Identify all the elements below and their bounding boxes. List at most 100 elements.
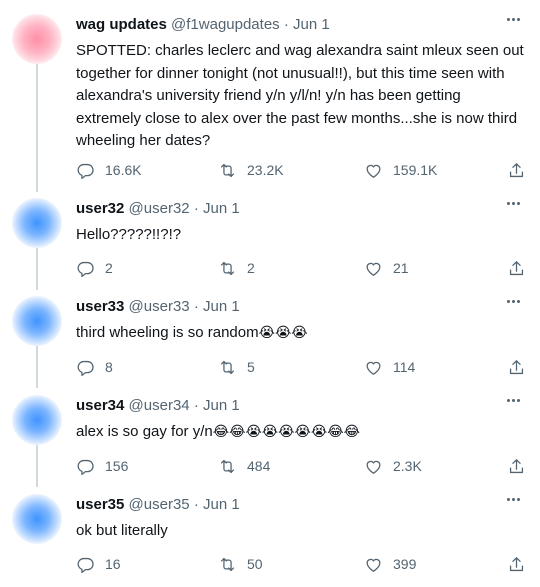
separator-dot: · [193, 397, 199, 414]
tweet-text-content: alex is so gay for y/n [76, 423, 213, 440]
tweet-text-content: third wheeling is so random [76, 324, 259, 341]
tweet-text: alex is so gay for y/n😂😂😭😭😭😭😭😂😂 [76, 421, 524, 444]
share-button[interactable] [507, 355, 526, 379]
reply-button[interactable]: 16 [76, 552, 121, 576]
tweet-date[interactable]: Jun 1 [203, 496, 240, 513]
heart-icon [364, 555, 383, 574]
like-button[interactable]: 2.3K [364, 454, 422, 478]
tweet-date[interactable]: Jun 1 [293, 16, 330, 33]
tweet-actions: 16 50 399 [76, 552, 526, 576]
tweet-text: third wheeling is so random😭😭😭 [76, 322, 524, 345]
thread-line [36, 62, 38, 192]
tweet-header: user35 @user35 · Jun 1 [76, 494, 526, 516]
like-count: 21 [393, 260, 409, 276]
tweet-actions: 2 2 21 [76, 256, 526, 280]
avatar[interactable] [12, 198, 62, 248]
like-button[interactable]: 21 [364, 256, 409, 280]
tweet-text-content: Hello?????!!?!? [76, 226, 182, 243]
tweet-date[interactable]: Jun 1 [203, 200, 240, 217]
more-icon[interactable] [500, 192, 526, 214]
separator-dot: · [193, 298, 199, 315]
user-handle[interactable]: @user32 [129, 200, 190, 217]
tweet-header: user32 @user32 · Jun 1 [76, 198, 526, 220]
user-handle[interactable]: @f1wagupdates [171, 16, 280, 33]
tweet-header: wag updates @f1wagupdates · Jun 1 [76, 14, 526, 36]
retweet-button[interactable]: 23.2K [218, 158, 284, 182]
reply-button[interactable]: 2 [76, 256, 113, 280]
retweet-count: 484 [247, 458, 271, 474]
share-icon [507, 358, 526, 377]
tweet-text: ok but literally [76, 520, 524, 543]
retweet-icon [218, 161, 237, 180]
like-count: 159.1K [393, 162, 438, 178]
display-name[interactable]: user32 [76, 200, 124, 217]
display-name[interactable]: user34 [76, 397, 124, 414]
share-button[interactable] [507, 552, 526, 576]
like-button[interactable]: 399 [364, 552, 416, 576]
retweet-count: 50 [247, 556, 263, 572]
tweet-header: user33 @user33 · Jun 1 [76, 296, 526, 318]
like-button[interactable]: 159.1K [364, 158, 437, 182]
tweet-actions: 8 5 114 [76, 355, 526, 379]
user-handle[interactable]: @user33 [129, 298, 190, 315]
tweet-header: user34 @user34 · Jun 1 [76, 395, 526, 417]
reply-count: 8 [105, 359, 113, 375]
reply-icon [76, 259, 95, 278]
retweet-button[interactable]: 50 [218, 552, 263, 576]
retweet-count: 5 [247, 359, 255, 375]
more-icon[interactable] [500, 8, 526, 30]
reply-button[interactable]: 8 [76, 355, 113, 379]
avatar[interactable] [12, 14, 62, 64]
avatar[interactable] [12, 395, 62, 445]
share-icon [507, 259, 526, 278]
separator-dot: · [283, 16, 289, 33]
reply-count: 156 [105, 458, 129, 474]
retweet-icon [218, 457, 237, 476]
retweet-icon [218, 358, 237, 377]
retweet-button[interactable]: 484 [218, 454, 270, 478]
like-button[interactable]: 114 [364, 355, 415, 379]
display-name[interactable]: user33 [76, 298, 124, 315]
reply-icon [76, 555, 95, 574]
separator-dot: · [193, 200, 199, 217]
heart-icon [364, 358, 383, 377]
tweet-date[interactable]: Jun 1 [203, 397, 240, 414]
user-handle[interactable]: @user34 [129, 397, 190, 414]
thread-line [36, 443, 38, 487]
like-count: 2.3K [393, 458, 422, 474]
tweet-text-content: SPOTTED: charles leclerc and wag alexand… [76, 42, 524, 149]
display-name[interactable]: user35 [76, 496, 124, 513]
more-icon[interactable] [500, 290, 526, 312]
reply-count: 16.6K [105, 162, 142, 178]
retweet-button[interactable]: 2 [218, 256, 255, 280]
tweet-text: Hello?????!!?!? [76, 224, 524, 247]
emoji-sequence: 😂😂😭😭😭😭😭😂😂 [212, 424, 360, 440]
emoji-sequence: 😭😭😭 [258, 325, 308, 341]
retweet-button[interactable]: 5 [218, 355, 255, 379]
reply-count: 16 [105, 556, 121, 572]
share-button[interactable] [507, 158, 526, 182]
reply-button[interactable]: 156 [76, 454, 128, 478]
user-handle[interactable]: @user35 [129, 496, 190, 513]
like-count: 114 [393, 359, 416, 375]
share-button[interactable] [507, 454, 526, 478]
reply-button[interactable]: 16.6K [76, 158, 142, 182]
tweet-actions: 16.6K 23.2K 159.1K [76, 158, 526, 182]
thread-line [36, 344, 38, 388]
reply-icon [76, 161, 95, 180]
avatar[interactable] [12, 494, 62, 544]
more-icon[interactable] [500, 488, 526, 510]
tweet-date[interactable]: Jun 1 [203, 298, 240, 315]
share-icon [507, 555, 526, 574]
retweet-icon [218, 555, 237, 574]
more-icon[interactable] [500, 389, 526, 411]
heart-icon [364, 161, 383, 180]
tweet-text: SPOTTED: charles leclerc and wag alexand… [76, 40, 524, 153]
avatar[interactable] [12, 296, 62, 346]
display-name[interactable]: wag updates [76, 16, 167, 33]
share-button[interactable] [507, 256, 526, 280]
thread-line [36, 246, 38, 290]
reply-icon [76, 358, 95, 377]
reply-icon [76, 457, 95, 476]
separator-dot: · [193, 496, 199, 513]
